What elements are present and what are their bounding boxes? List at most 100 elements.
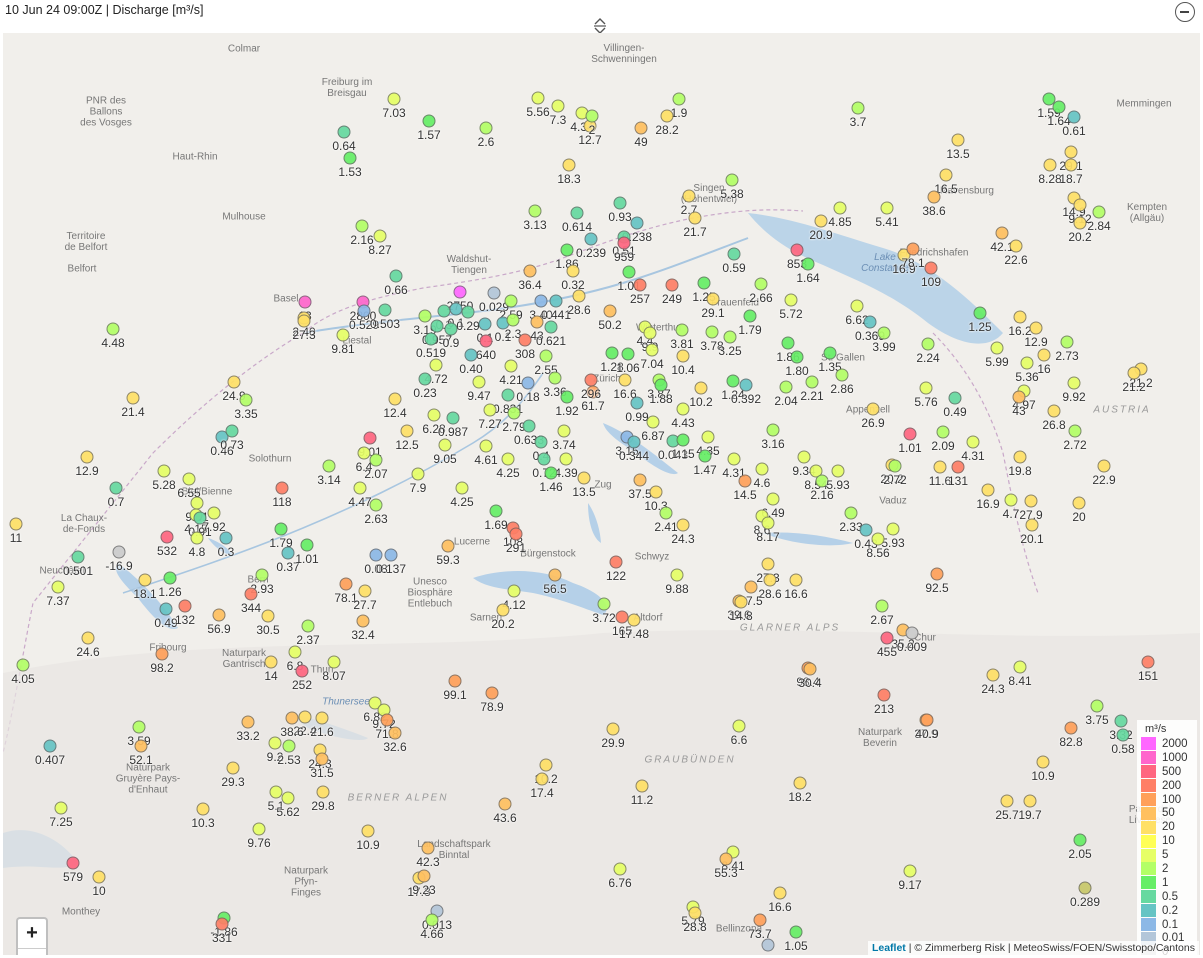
station-marker[interactable] bbox=[219, 531, 233, 545]
station-marker[interactable] bbox=[844, 506, 858, 520]
station-marker[interactable] bbox=[322, 459, 336, 473]
station-marker[interactable] bbox=[417, 869, 431, 883]
station-marker[interactable] bbox=[763, 573, 777, 587]
station-marker[interactable] bbox=[295, 664, 309, 678]
station-marker[interactable] bbox=[387, 92, 401, 106]
station-marker[interactable] bbox=[1092, 205, 1106, 219]
station-marker[interactable] bbox=[226, 761, 240, 775]
station-marker[interactable] bbox=[866, 402, 880, 416]
station-marker[interactable] bbox=[92, 870, 106, 884]
station-marker[interactable] bbox=[252, 822, 266, 836]
station-marker[interactable] bbox=[244, 587, 258, 601]
station-marker[interactable] bbox=[369, 453, 383, 467]
station-marker[interactable] bbox=[298, 710, 312, 724]
station-marker[interactable] bbox=[1141, 655, 1155, 669]
station-marker[interactable] bbox=[562, 158, 576, 172]
station-marker[interactable] bbox=[487, 286, 501, 300]
station-marker[interactable] bbox=[1064, 158, 1078, 172]
station-marker[interactable] bbox=[411, 467, 425, 481]
station-marker[interactable] bbox=[530, 315, 544, 329]
station-marker[interactable] bbox=[880, 631, 894, 645]
station-marker[interactable] bbox=[1000, 794, 1014, 808]
station-marker[interactable] bbox=[886, 522, 900, 536]
station-marker[interactable] bbox=[905, 626, 919, 640]
station-marker[interactable] bbox=[424, 332, 438, 346]
station-marker[interactable] bbox=[613, 196, 627, 210]
station-marker[interactable] bbox=[675, 323, 689, 337]
station-marker[interactable] bbox=[951, 460, 965, 474]
station-marker[interactable] bbox=[1064, 721, 1078, 735]
station-marker[interactable] bbox=[606, 722, 620, 736]
station-marker[interactable] bbox=[633, 278, 647, 292]
station-marker[interactable] bbox=[585, 109, 599, 123]
station-marker[interactable] bbox=[871, 532, 885, 546]
station-marker[interactable] bbox=[1068, 424, 1082, 438]
station-marker[interactable] bbox=[875, 599, 889, 613]
station-marker[interactable] bbox=[1036, 755, 1050, 769]
station-marker[interactable] bbox=[927, 190, 941, 204]
station-marker[interactable] bbox=[877, 688, 891, 702]
station-marker[interactable] bbox=[1073, 198, 1087, 212]
station-marker[interactable] bbox=[518, 333, 532, 347]
station-marker[interactable] bbox=[427, 408, 441, 422]
station-marker[interactable] bbox=[654, 378, 668, 392]
station-marker[interactable] bbox=[444, 322, 458, 336]
station-marker[interactable] bbox=[851, 101, 865, 115]
station-marker[interactable] bbox=[1073, 833, 1087, 847]
station-marker[interactable] bbox=[373, 229, 387, 243]
station-marker[interactable] bbox=[215, 917, 229, 931]
station-marker[interactable] bbox=[919, 381, 933, 395]
station-marker[interactable] bbox=[734, 595, 748, 609]
station-marker[interactable] bbox=[355, 219, 369, 233]
station-marker[interactable] bbox=[605, 346, 619, 360]
station-marker[interactable] bbox=[670, 568, 684, 582]
zoom-in-button[interactable]: + bbox=[18, 919, 46, 949]
station-marker[interactable] bbox=[446, 411, 460, 425]
station-marker[interactable] bbox=[501, 452, 515, 466]
map-canvas[interactable]: Colmar Villingen- Schwenningen Memmingen Fre… bbox=[3, 33, 1200, 955]
station-marker[interactable] bbox=[425, 913, 439, 927]
station-marker[interactable] bbox=[441, 539, 455, 553]
station-marker[interactable] bbox=[159, 602, 173, 616]
station-marker[interactable] bbox=[584, 232, 598, 246]
station-marker[interactable] bbox=[779, 380, 793, 394]
station-marker[interactable] bbox=[725, 173, 739, 187]
station-marker[interactable] bbox=[726, 374, 740, 388]
station-marker[interactable] bbox=[930, 567, 944, 581]
station-marker[interactable] bbox=[464, 348, 478, 362]
station-marker[interactable] bbox=[544, 466, 558, 480]
station-marker[interactable] bbox=[790, 243, 804, 257]
station-marker[interactable] bbox=[315, 711, 329, 725]
station-marker[interactable] bbox=[106, 322, 120, 336]
station-marker[interactable] bbox=[761, 557, 775, 571]
station-marker[interactable] bbox=[753, 913, 767, 927]
station-marker[interactable] bbox=[618, 373, 632, 387]
station-marker[interactable] bbox=[805, 375, 819, 389]
station-marker[interactable] bbox=[264, 655, 278, 669]
station-marker[interactable] bbox=[522, 419, 536, 433]
station-marker[interactable] bbox=[300, 538, 314, 552]
station-marker[interactable] bbox=[126, 391, 140, 405]
station-marker[interactable] bbox=[688, 211, 702, 225]
station-marker[interactable] bbox=[719, 852, 733, 866]
station-marker[interactable] bbox=[453, 285, 467, 299]
station-marker[interactable] bbox=[877, 326, 891, 340]
station-marker[interactable] bbox=[630, 396, 644, 410]
station-marker[interactable] bbox=[261, 609, 275, 623]
station-marker[interactable] bbox=[1043, 158, 1057, 172]
station-marker[interactable] bbox=[835, 368, 849, 382]
station-marker[interactable] bbox=[863, 315, 877, 329]
station-marker[interactable] bbox=[539, 349, 553, 363]
station-marker[interactable] bbox=[1013, 310, 1027, 324]
station-marker[interactable] bbox=[281, 791, 295, 805]
station-marker[interactable] bbox=[705, 325, 719, 339]
station-marker[interactable] bbox=[773, 886, 787, 900]
station-marker[interactable] bbox=[1025, 518, 1039, 532]
station-marker[interactable] bbox=[789, 925, 803, 939]
station-marker[interactable] bbox=[559, 452, 573, 466]
station-marker[interactable] bbox=[621, 347, 635, 361]
station-marker[interactable] bbox=[706, 292, 720, 306]
station-marker[interactable] bbox=[485, 686, 499, 700]
station-marker[interactable] bbox=[766, 492, 780, 506]
station-marker[interactable] bbox=[523, 264, 537, 278]
